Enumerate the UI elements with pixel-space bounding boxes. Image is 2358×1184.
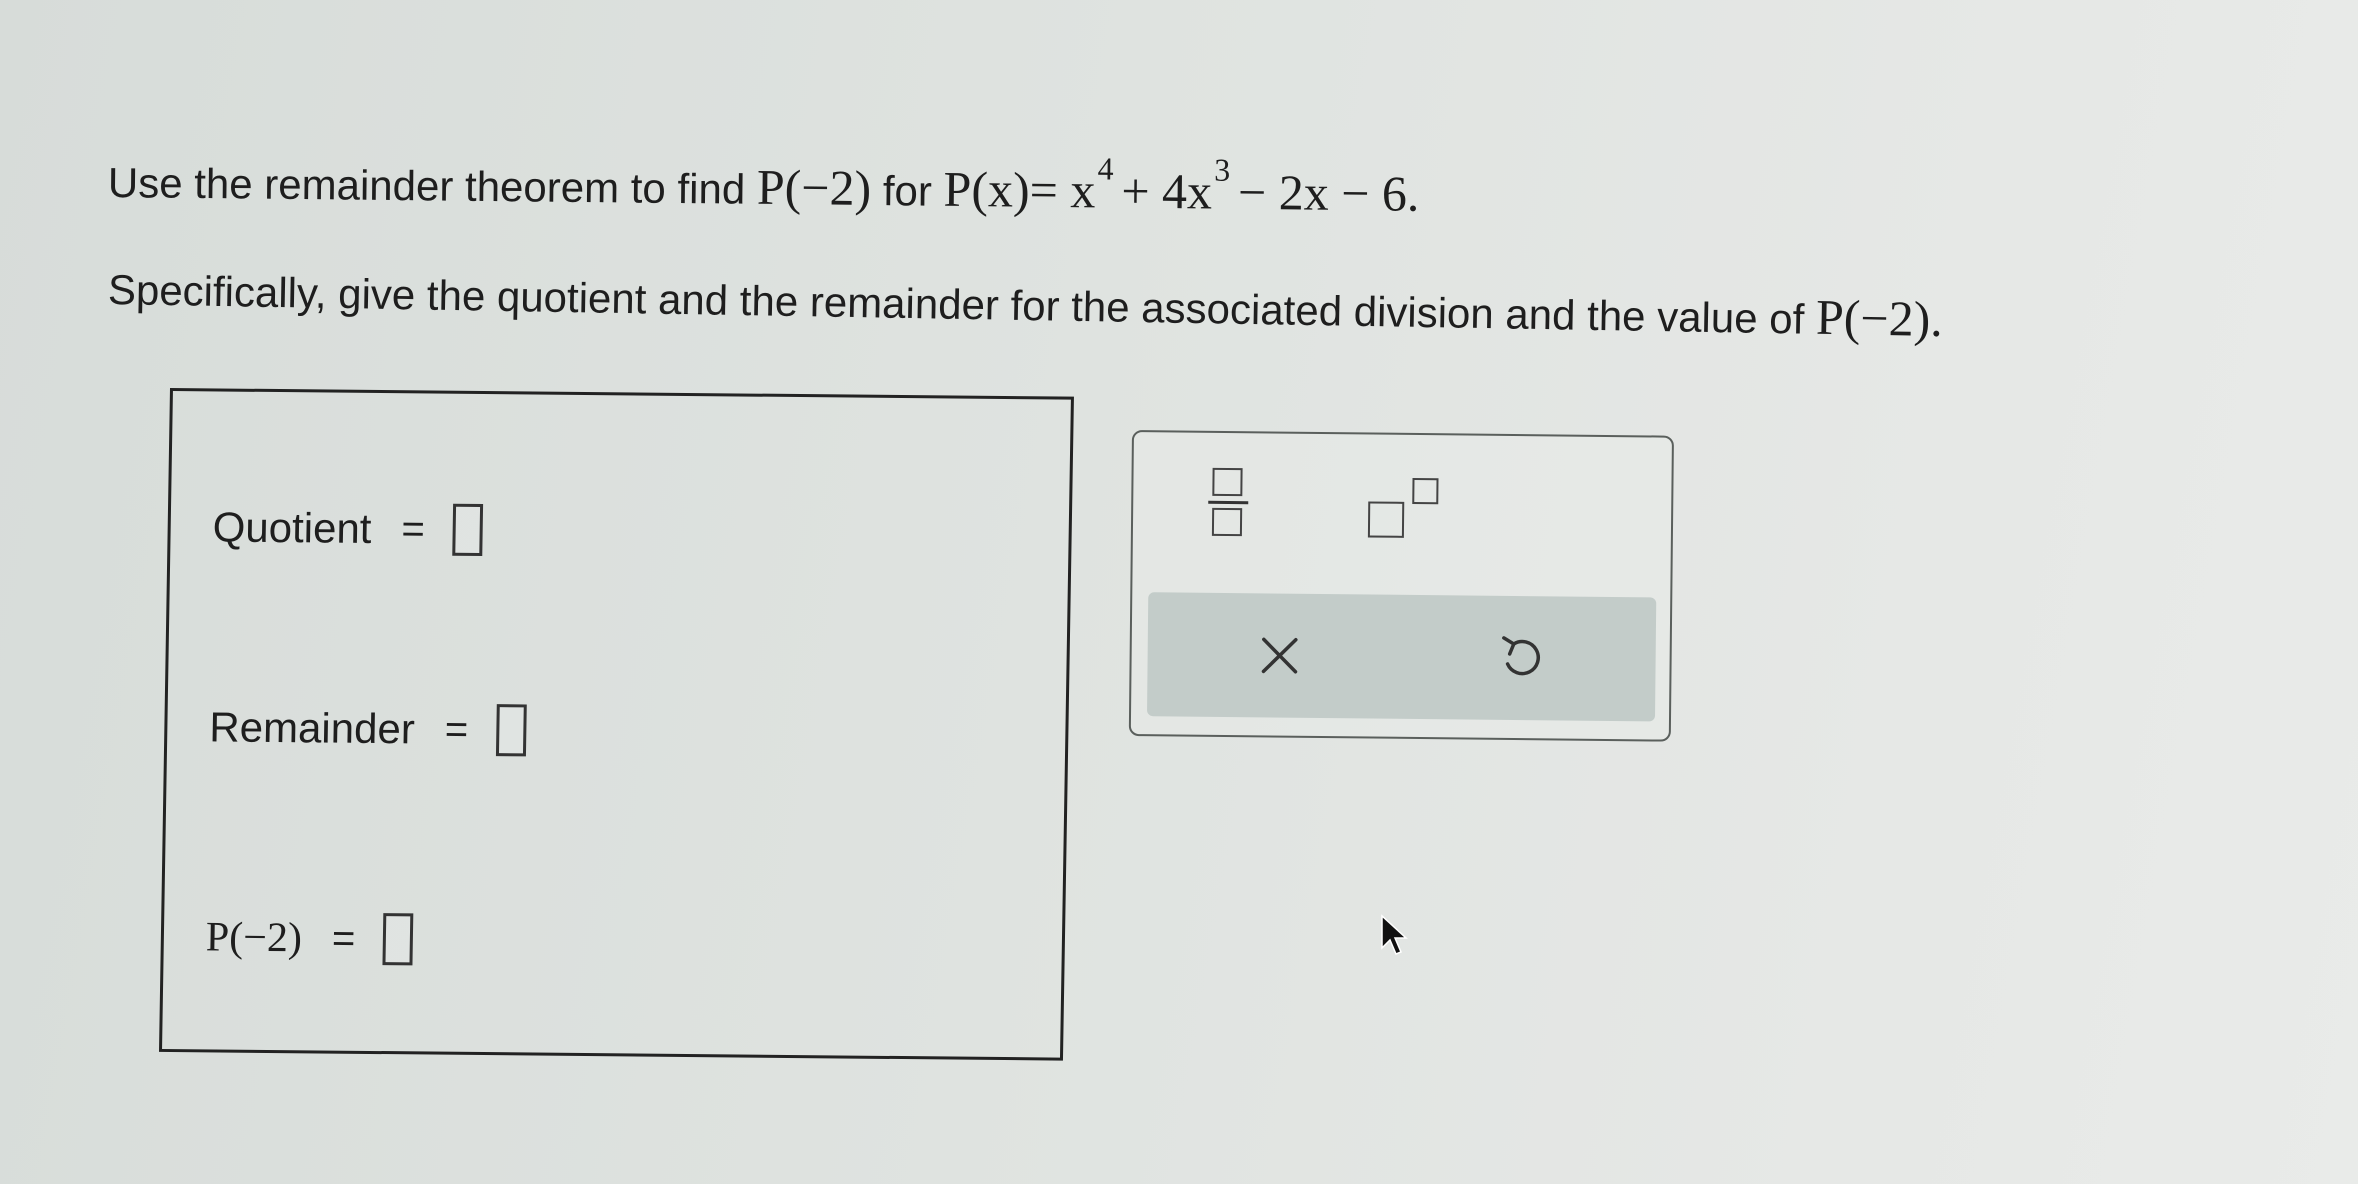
clear-icon — [1261, 637, 1298, 674]
p-value-input[interactable] — [382, 913, 414, 966]
mouse-cursor-icon — [1381, 914, 1408, 955]
p-value-equals: = — [331, 916, 356, 961]
polynomial-term-3: − 2x − 6. — [1237, 163, 1420, 222]
remainder-row: Remainder = — [208, 701, 527, 757]
quotient-input[interactable] — [452, 503, 484, 557]
exponent-button[interactable] — [1367, 469, 1449, 540]
remainder-equals: = — [444, 707, 469, 752]
p-value-label: P(−2) — [205, 914, 303, 962]
clear-button[interactable] — [1247, 623, 1312, 688]
fraction-button[interactable] — [1208, 460, 1249, 544]
remainder-label: Remainder — [208, 703, 416, 753]
quotient-label: Quotient — [212, 503, 372, 552]
question-prefix: Use the remainder theorem to find — [107, 159, 746, 213]
quotient-equals: = — [401, 506, 426, 551]
undo-button[interactable] — [1489, 626, 1554, 691]
question-line-1: Use the remainder theorem to find P(−2) … — [108, 140, 1420, 223]
action-bar — [1147, 592, 1657, 722]
polynomial-lhs: P(x) — [943, 160, 1030, 218]
instruction-target: P(−2). — [1815, 288, 1944, 348]
p-value-row: P(−2) = — [205, 911, 414, 966]
polynomial-term-2: + 4x — [1121, 162, 1213, 220]
instruction-text: Specifically, give the quotient and the … — [107, 266, 1805, 343]
math-toolbar — [1128, 430, 1674, 742]
exponent-4: 4 — [1097, 150, 1114, 187]
exponent-3: 3 — [1214, 151, 1231, 188]
question-for: for — [882, 167, 933, 215]
remainder-input[interactable] — [495, 704, 527, 757]
question-target: P(−2) — [756, 158, 872, 216]
question-line-2: Specifically, give the quotient and the … — [107, 258, 1944, 348]
polynomial-equals-x: = x — [1029, 161, 1096, 219]
answer-box: Quotient = Remainder = P(−2) = — [158, 388, 1074, 1061]
undo-icon — [1502, 636, 1540, 676]
quotient-row: Quotient = — [212, 501, 484, 557]
